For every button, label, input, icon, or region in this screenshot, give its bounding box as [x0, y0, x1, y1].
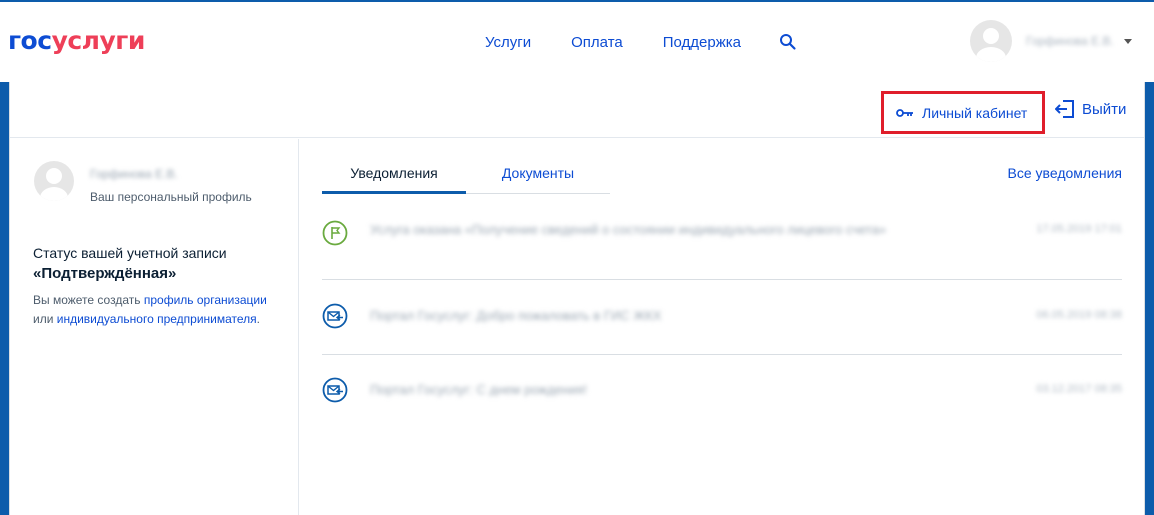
notifications-area: Уведомления Документы Все уведомления Ус…	[322, 139, 1122, 515]
default-user-icon	[976, 28, 1006, 62]
notification-item[interactable]: Портал Госуслуг: Добро пожаловать в ГИС …	[322, 303, 1122, 343]
key-icon	[896, 108, 913, 117]
dropdown-panel: Личный кабинет Выйти Горфинова Е.В. Ваш …	[9, 82, 1145, 515]
notification-text: Портал Госуслуг: С днем рождения!	[370, 382, 588, 397]
profile-subtitle: Ваш персональный профиль	[90, 190, 252, 204]
profile-name[interactable]: Горфинова Е.В.	[90, 167, 252, 181]
hint-prefix: Вы можете создать	[33, 293, 144, 307]
personal-account-label: Личный кабинет	[922, 104, 1028, 121]
user-name[interactable]: Горфинова Е.В.	[1026, 34, 1114, 48]
search-icon[interactable]	[779, 33, 797, 51]
nav-payment-link[interactable]: Оплата	[571, 34, 623, 51]
logo-part-gos: гос	[8, 26, 52, 55]
divider	[322, 279, 1122, 280]
profile-sidebar: Горфинова Е.В. Ваш персональный профиль …	[10, 139, 299, 515]
envelope-icon	[322, 303, 348, 329]
tab-notifications[interactable]: Уведомления	[322, 163, 466, 194]
create-profile-hint: Вы можете создать профиль организации или…	[33, 291, 283, 329]
exit-icon	[1055, 100, 1074, 118]
notification-date: 03.12.2017 08:35	[1036, 383, 1122, 395]
user-avatar[interactable]	[970, 20, 1012, 62]
user-menu[interactable]: Горфинова Е.В.	[970, 20, 1132, 62]
notification-date: 17.05.2019 17:01	[1036, 223, 1122, 235]
gosuslugi-logo[interactable]: госуслуги	[8, 26, 145, 56]
notification-item[interactable]: Портал Госуслуг: С днем рождения! 03.12.…	[322, 377, 1122, 417]
notification-date: 06.05.2019 08:38	[1036, 309, 1122, 321]
hint-suffix: .	[256, 312, 261, 326]
profile-text: Горфинова Е.В. Ваш персональный профиль	[90, 167, 252, 204]
nav-support-link[interactable]: Поддержка	[663, 34, 741, 51]
logo-part-uslugi: услуги	[51, 26, 146, 55]
notification-text: Портал Госуслуг: Добро пожаловать в ГИС …	[370, 308, 662, 323]
hint-middle: или	[33, 312, 57, 326]
personal-account-button[interactable]: Личный кабинет	[881, 91, 1045, 134]
left-frame	[0, 82, 9, 515]
logout-label: Выйти	[1082, 100, 1127, 118]
all-notifications-link[interactable]: Все уведомления	[1008, 165, 1122, 181]
organization-profile-link[interactable]: профиль организации	[144, 293, 267, 307]
account-status-label: Статус вашей учетной записи	[33, 245, 227, 261]
divider	[322, 354, 1122, 355]
envelope-icon	[322, 377, 348, 403]
chevron-down-icon[interactable]	[1123, 38, 1132, 44]
entrepreneur-profile-link[interactable]: индивидуального предпринимателя	[57, 312, 257, 326]
top-header: госуслуги Услуги Оплата Поддержка Горфин…	[0, 0, 1154, 82]
account-status-value: «Подтверждённая»	[33, 265, 177, 282]
flag-icon	[322, 220, 348, 246]
tab-documents[interactable]: Документы	[466, 163, 610, 194]
panel-toolbar: Личный кабинет Выйти	[10, 82, 1144, 138]
profile-avatar[interactable]	[34, 161, 74, 201]
default-user-icon	[40, 168, 68, 201]
notification-item[interactable]: Услуга оказана «Получение сведений о сос…	[322, 219, 1122, 279]
logout-button[interactable]: Выйти	[1055, 100, 1126, 118]
content-tabs: Уведомления Документы	[322, 163, 610, 194]
nav-services-link[interactable]: Услуги	[485, 34, 531, 51]
profile-summary[interactable]: Горфинова Е.В. Ваш персональный профиль	[34, 161, 252, 204]
notification-text: Услуга оказана «Получение сведений о сос…	[370, 222, 887, 237]
main-nav: Услуги Оплата Поддержка	[485, 33, 797, 51]
